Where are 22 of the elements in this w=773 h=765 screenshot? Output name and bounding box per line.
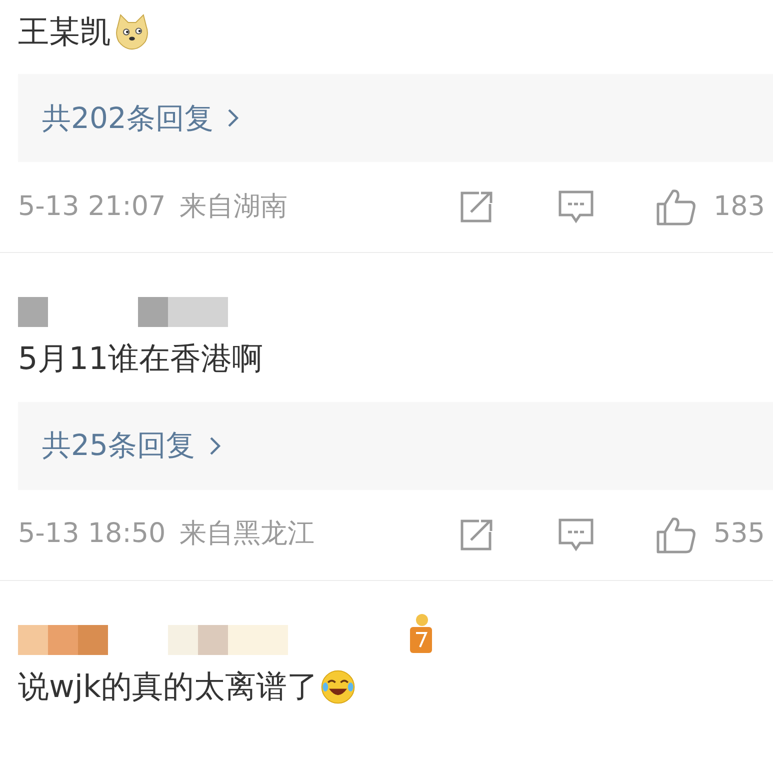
like-count: 183 — [713, 190, 765, 224]
comment-icon[interactable] — [557, 516, 596, 553]
like-count: 535 — [713, 517, 765, 552]
location: 来自黑龙江 — [180, 517, 315, 552]
thumbs-up-icon[interactable] — [655, 187, 698, 228]
chevron-right-icon — [227, 108, 240, 128]
badge-icon — [408, 612, 434, 653]
replies-link[interactable]: 共25条回复 — [42, 424, 221, 468]
chevron-right-icon — [208, 436, 221, 456]
comment-text: 5月11谁在香港啊 — [18, 340, 264, 380]
share-icon[interactable] — [459, 518, 496, 552]
dog-face-icon — [113, 13, 151, 52]
timestamp: 5-13 21:07 — [18, 190, 166, 224]
share-icon[interactable] — [459, 190, 496, 224]
comment-icon[interactable] — [557, 189, 596, 226]
comment-text: 说wjk的真的太离谱了 — [18, 668, 318, 707]
replies-link[interactable]: 共202条回复 — [42, 96, 240, 140]
location: 来自湖南 — [180, 190, 288, 224]
thumbs-up-icon[interactable] — [655, 514, 698, 555]
laughing-emoji-icon — [320, 668, 356, 705]
comment-text: 王某凯 — [18, 13, 111, 52]
timestamp: 5-13 18:50 — [18, 517, 166, 552]
